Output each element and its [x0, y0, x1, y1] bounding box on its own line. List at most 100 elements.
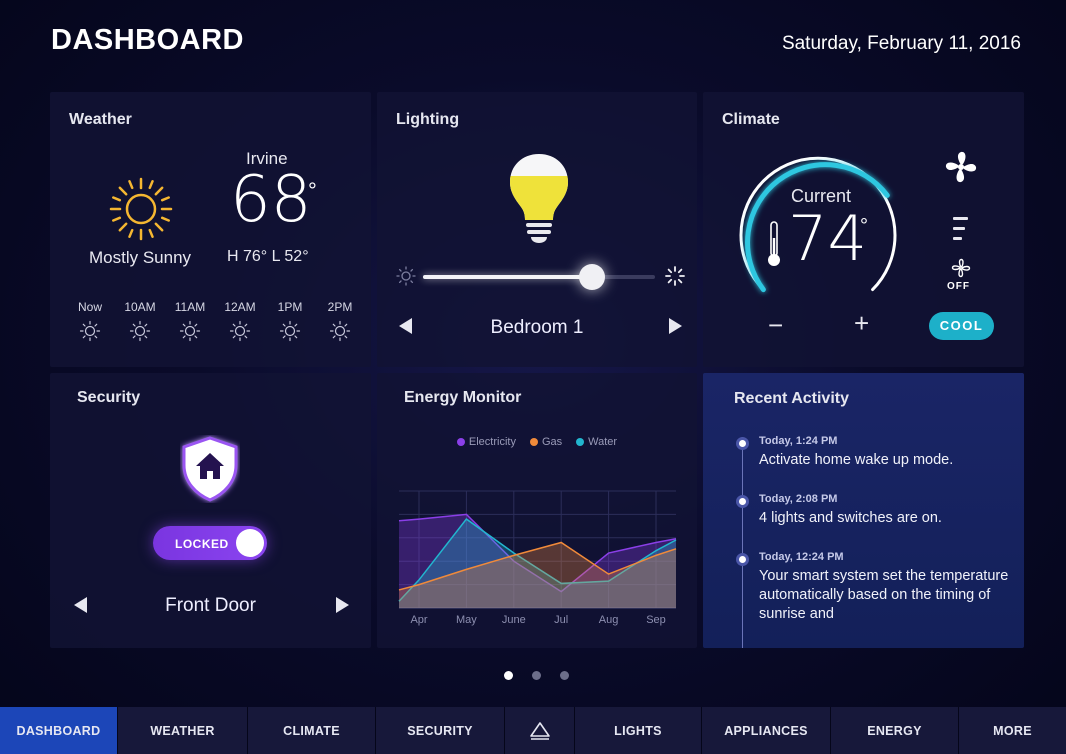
bright-brightness-icon[interactable] [665, 266, 685, 286]
forecast-hour: 10AM [120, 300, 160, 342]
small-sun-icon [229, 320, 251, 342]
timeline-dot [736, 553, 749, 566]
timeline-dot [736, 495, 749, 508]
forecast-hour: 12AM [220, 300, 260, 342]
weather-condition: Mostly Sunny [89, 248, 192, 267]
weather-title: Weather [69, 111, 132, 128]
energy-legend: Electricity Gas Water [377, 436, 697, 448]
legend-label: Electricity [468, 436, 516, 448]
weather-temperature: 68 [230, 163, 312, 237]
nav-more[interactable]: MORE [959, 707, 1066, 754]
chart-x-tick-label: Apr [410, 614, 427, 626]
decrease-temperature-button[interactable]: − [768, 310, 783, 341]
nav-dashboard[interactable]: DASHBOARD [0, 707, 118, 754]
nav-energy[interactable]: ENERGY [831, 707, 959, 754]
fan-icon[interactable] [944, 150, 978, 184]
forecast-hour-label: 2PM [327, 300, 353, 314]
fan-speed-levels[interactable] [953, 217, 968, 240]
lighting-title: Lighting [396, 111, 460, 128]
weather-high-low: H 76° L 52° [227, 248, 309, 265]
activity-time: Today, 1:24 PM [759, 435, 838, 447]
legend-dot [529, 438, 538, 446]
light-bulb-icon[interactable] [507, 150, 571, 246]
nav-climate[interactable]: CLIMATE [248, 707, 376, 754]
energy-chart: Apr May June Jul Aug Sep [398, 490, 677, 626]
energy-title: Energy Monitor [404, 389, 522, 406]
forecast-hour-label: 12AM [224, 300, 256, 314]
legend-label: Water [588, 436, 618, 448]
forecast-hour-label: 1PM [277, 300, 303, 314]
brightness-slider[interactable] [423, 264, 655, 290]
climate-title: Climate [722, 111, 780, 128]
legend-label: Gas [541, 436, 563, 448]
fan-level-bar [953, 237, 962, 240]
small-sun-icon [79, 320, 101, 342]
chart-x-tick-label: Jul [554, 614, 568, 626]
activity-time: Today, 12:24 PM [759, 551, 844, 563]
small-sun-icon [329, 320, 351, 342]
dim-brightness-icon[interactable] [396, 266, 416, 286]
forecast-hour: Now [70, 300, 110, 342]
timeline-dot [736, 437, 749, 450]
nav-home[interactable] [505, 707, 575, 754]
page-indicator[interactable] [504, 671, 569, 680]
timeline-line [742, 437, 743, 648]
brightness-slider-fill [423, 275, 593, 279]
weather-degree-symbol: ° [308, 178, 317, 203]
current-temperature: 74 [788, 202, 867, 275]
chart-x-tick-label: June [502, 614, 526, 626]
chart-x-tick-label: May [456, 614, 477, 626]
forecast-hour-label: Now [77, 300, 102, 314]
legend-item-electricity: Electricity [456, 436, 516, 448]
activity-title: Recent Activity [734, 390, 849, 407]
nav-appliances[interactable]: APPLIANCES [702, 707, 831, 754]
next-door-arrow-icon[interactable] [336, 597, 349, 613]
page-dot-2[interactable] [532, 671, 541, 680]
weather-card[interactable]: Weather Mostly Sunny Irvine 68 ° H 76° L… [50, 92, 371, 367]
increase-temperature-button[interactable]: + [854, 308, 869, 339]
security-card[interactable]: Security LOCKED Front Door [50, 373, 371, 648]
legend-dot [576, 438, 585, 446]
lighting-card[interactable]: Lighting Bedroom 1 [377, 92, 697, 367]
hourly-forecast: Now 10AM 11AM 12AM 1PM 2PM [70, 300, 360, 342]
page-dot-3[interactable] [560, 671, 569, 680]
legend-dot [456, 438, 465, 446]
thermometer-icon [768, 221, 780, 266]
climate-degree-symbol: ° [860, 215, 868, 237]
chart-x-tick-label: Sep [646, 614, 666, 626]
fan-level-bar [953, 217, 968, 220]
forecast-hour-label: 10AM [124, 300, 156, 314]
brightness-slider-handle[interactable] [579, 264, 606, 290]
legend-item-gas: Gas [529, 436, 563, 448]
home-shield-icon [182, 436, 238, 502]
current-date: Saturday, February 11, 2016 [781, 33, 1021, 54]
fan-toggle-icon[interactable] [951, 258, 971, 278]
forecast-hour: 11AM [170, 300, 210, 342]
fan-state-label: OFF [947, 281, 970, 292]
energy-monitor-card[interactable]: Energy Monitor Electricity Gas Water Apr… [377, 373, 697, 648]
climate-card[interactable]: Climate Current 74 ° − + OFF COOL [703, 92, 1024, 367]
security-title: Security [77, 389, 141, 406]
selected-room: Bedroom 1 [490, 317, 584, 338]
lock-toggle-knob [236, 529, 264, 557]
lock-state-label: LOCKED [175, 537, 229, 551]
next-room-arrow-icon[interactable] [669, 318, 682, 334]
selected-door: Front Door [165, 595, 256, 616]
nav-lights[interactable]: LIGHTS [575, 707, 702, 754]
nav-weather[interactable]: WEATHER [118, 707, 248, 754]
activity-text: Activate home wake up mode. [759, 452, 954, 468]
chart-x-tick-label: Aug [599, 614, 619, 626]
fan-level-bar [953, 227, 965, 230]
nav-security[interactable]: SECURITY [376, 707, 505, 754]
small-sun-icon [279, 320, 301, 342]
lock-toggle[interactable]: LOCKED [153, 526, 267, 560]
forecast-hour: 2PM [320, 300, 360, 342]
bottom-navigation: DASHBOARD WEATHER CLIMATE SECURITY LIGHT… [0, 707, 1066, 754]
page-dot-1[interactable] [504, 671, 513, 680]
legend-item-water: Water [576, 436, 617, 448]
small-sun-icon [179, 320, 201, 342]
cool-mode-button[interactable]: COOL [929, 312, 994, 340]
forecast-hour-label: 11AM [174, 300, 206, 314]
sun-icon [109, 177, 173, 241]
recent-activity-card[interactable]: Recent Activity Today, 1:24 PM Activate … [703, 373, 1024, 648]
